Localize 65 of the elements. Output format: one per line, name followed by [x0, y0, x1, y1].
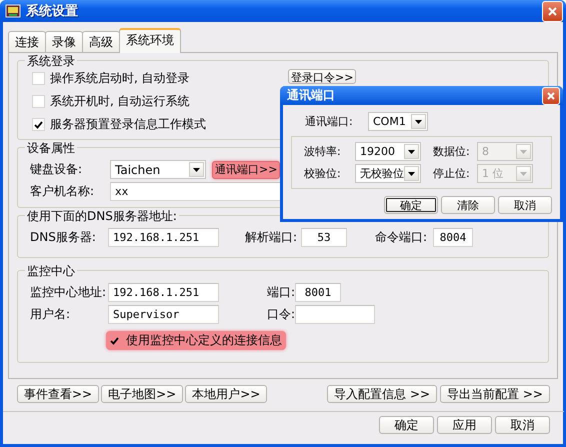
tab[interactable]: 连接: [8, 31, 46, 52]
tool-button[interactable]: 事件查看>>: [17, 385, 100, 403]
checkbox-label: 系统开机时, 自动运行系统: [50, 93, 190, 110]
field-label: 监控中心地址:: [30, 284, 108, 301]
field-label: 数据位:: [433, 144, 471, 159]
field-label: 校验位:: [304, 166, 342, 181]
tab[interactable]: 高级: [82, 31, 120, 52]
dropdown[interactable]: 无校验位: [355, 164, 421, 183]
dropdown[interactable]: COM1: [368, 112, 428, 131]
field-label: DNS服务器:: [30, 229, 97, 246]
checkbox[interactable]: [32, 118, 45, 131]
field-label: 波特率:: [304, 144, 342, 159]
caret-icon[interactable]: [189, 162, 204, 177]
caret-icon[interactable]: [404, 144, 419, 159]
dialog-button[interactable]: 应用: [437, 416, 492, 434]
tab[interactable]: 系统环境: [119, 28, 181, 53]
dialog-button[interactable]: 取消: [498, 196, 552, 214]
app-icon: [5, 3, 21, 19]
dialog-button[interactable]: 取消: [495, 416, 550, 434]
dialog-button[interactable]: 确定: [379, 416, 434, 434]
close-button[interactable]: [542, 86, 560, 104]
close-button[interactable]: [542, 0, 563, 22]
input-field[interactable]: [295, 305, 375, 324]
checkbox-label: 操作系统启动时, 自动登录: [50, 70, 190, 87]
tab[interactable]: 录像: [45, 31, 83, 52]
input-field[interactable]: 192.168.1.251: [108, 283, 219, 302]
field-label: 用户名:: [30, 306, 72, 323]
port-button[interactable]: 通讯端口>>: [212, 160, 280, 178]
tool-button[interactable]: 导入配置信息 >>: [327, 385, 438, 403]
input-field[interactable]: Supervisor: [108, 305, 219, 324]
input-field[interactable]: 8001: [295, 283, 341, 302]
field-label: 停止位:: [433, 166, 471, 181]
group-title: 设备属性: [25, 140, 77, 157]
check-icon: [34, 120, 43, 128]
close-icon: [548, 6, 557, 16]
dialog-title: 通讯端口: [287, 87, 336, 104]
dropdown[interactable]: Taichen: [110, 160, 206, 179]
field-label: 解析端口:: [245, 229, 298, 246]
group-title: 监控中心: [25, 263, 77, 280]
field-label: 口令:: [267, 306, 295, 323]
checkbox[interactable]: [32, 72, 45, 85]
dialog-button[interactable]: 清除: [441, 196, 495, 214]
field-label: 命令端口:: [375, 229, 428, 246]
checkbox-label: 使用监控中心定义的连接信息: [126, 332, 282, 349]
password-button[interactable]: 登录口令>>: [288, 69, 356, 84]
tool-button[interactable]: 导出当前配置 >>: [440, 385, 550, 403]
tool-button[interactable]: 本地用户>>: [185, 385, 268, 403]
group-title: 使用下面的DNS服务器地址:: [25, 208, 179, 225]
caret-icon[interactable]: [404, 166, 419, 181]
checkbox-label: 服务器预置登录信息工作模式: [50, 116, 206, 133]
field-label: 通讯端口:: [305, 114, 354, 129]
check-icon: [110, 336, 119, 344]
tool-button[interactable]: 电子地图>>: [101, 385, 184, 403]
field-label: 端口:: [267, 284, 295, 301]
input-field[interactable]: 192.168.1.251: [108, 228, 219, 247]
input-field[interactable]: 8004: [433, 228, 473, 247]
input-field[interactable]: 53: [301, 228, 347, 247]
dropdown[interactable]: 19200: [355, 142, 421, 161]
field-label: 客户机名称:: [30, 183, 96, 200]
window-title: 系统设置: [26, 2, 79, 20]
checkbox[interactable]: [32, 95, 45, 108]
caret-icon[interactable]: [411, 114, 426, 129]
field-label: 键盘设备:: [30, 161, 84, 178]
close-icon: [547, 92, 555, 100]
dialog-button[interactable]: 确定: [384, 196, 438, 214]
